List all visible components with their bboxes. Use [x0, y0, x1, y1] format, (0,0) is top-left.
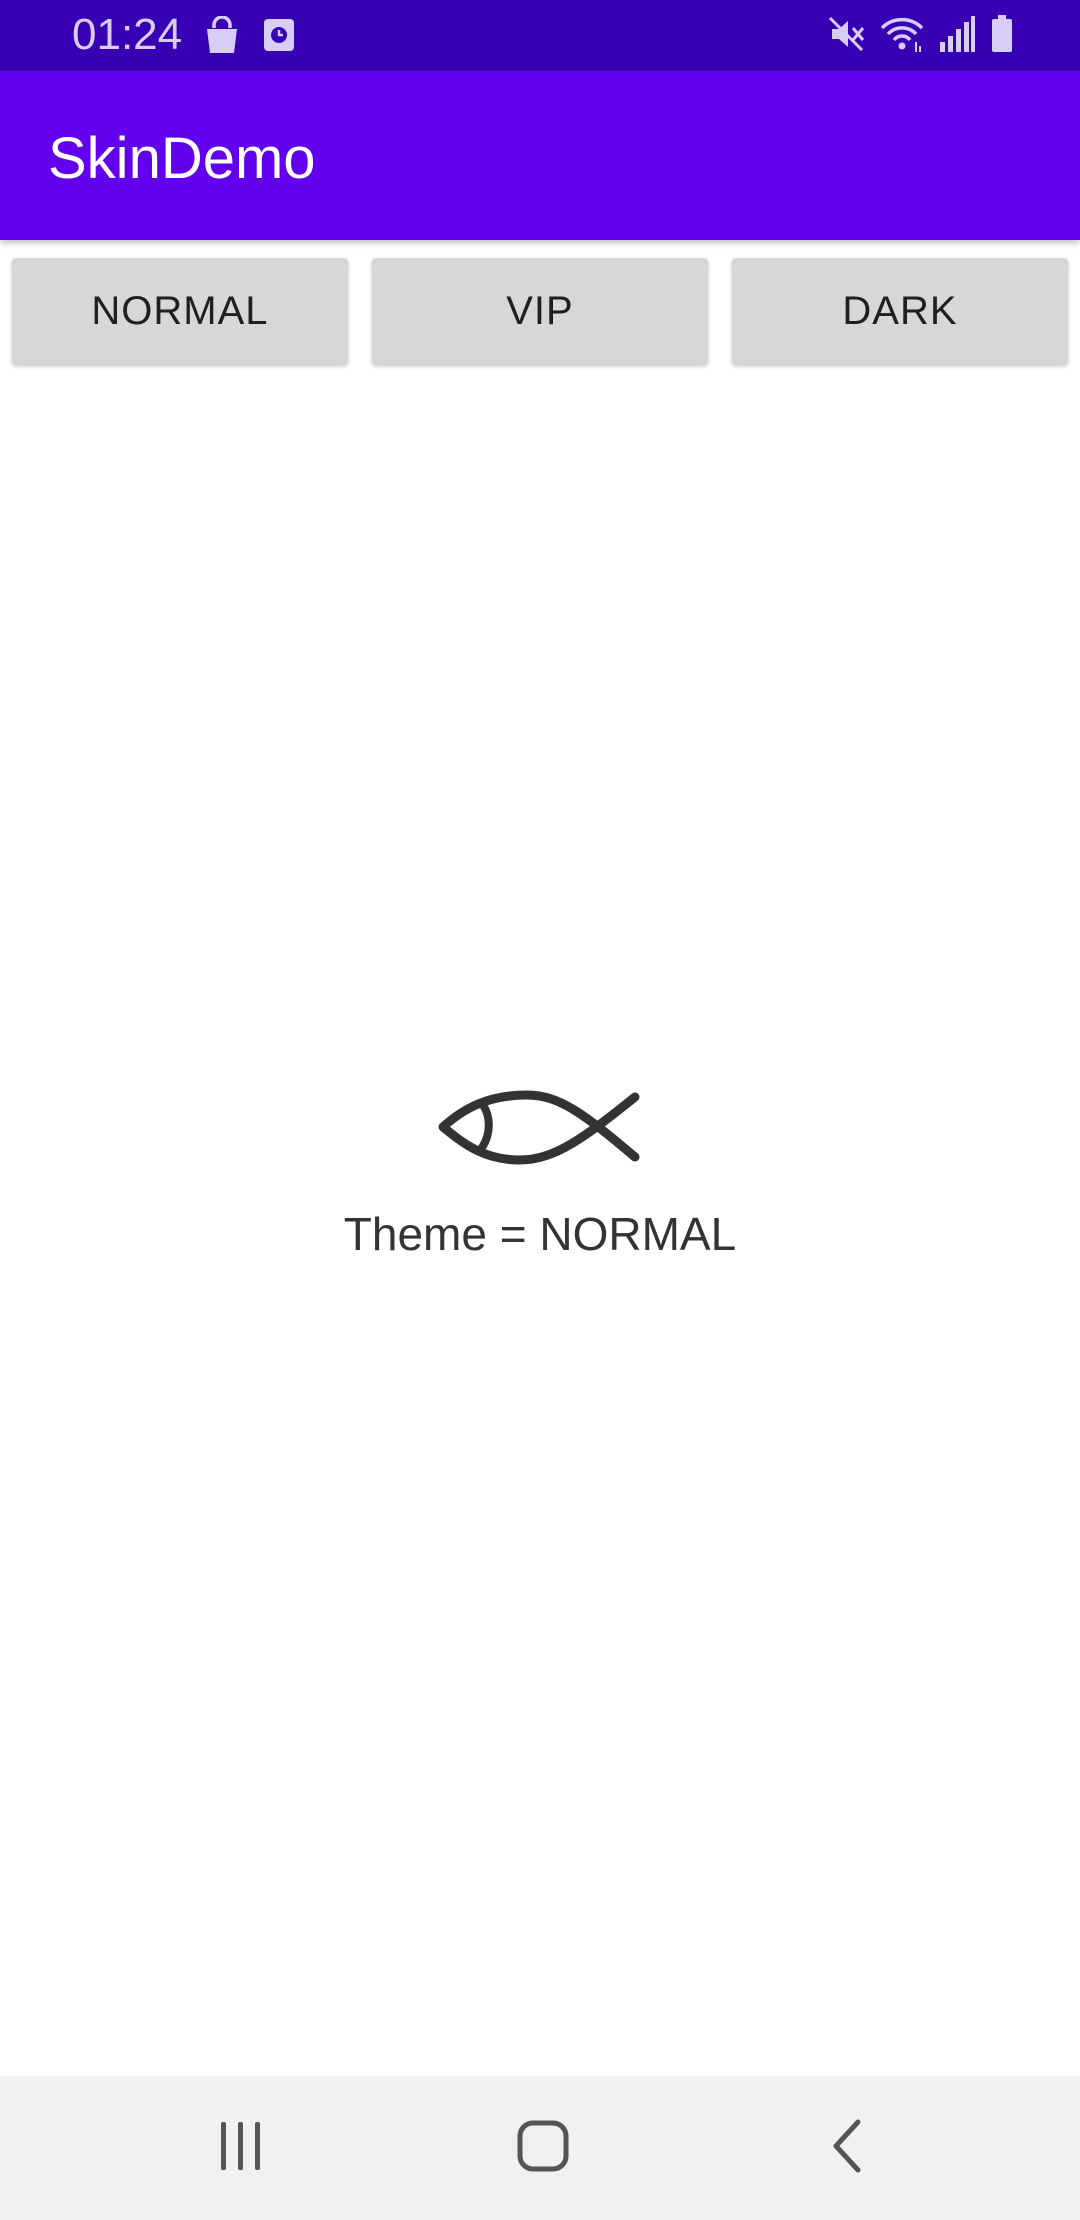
battery-icon	[990, 14, 1014, 54]
wifi-icon	[880, 14, 924, 54]
dark-theme-button[interactable]: DARK	[732, 258, 1068, 364]
screen: 01:24 SkinDemo NORMAL VIP DARK Theme = N…	[0, 0, 1080, 2220]
recent-apps-icon	[218, 2120, 264, 2177]
status-right-icons	[826, 14, 1014, 54]
shopping-bag-icon	[204, 16, 240, 56]
mute-icon	[826, 14, 866, 54]
theme-label: Theme = NORMAL	[343, 1208, 737, 1260]
normal-theme-button[interactable]: NORMAL	[12, 258, 348, 364]
fish-icon	[435, 1075, 645, 1165]
status-time: 01:24	[72, 10, 183, 59]
app-bar: SkinDemo	[0, 71, 1080, 240]
status-bar: 01:24	[0, 0, 1080, 71]
status-left-icons	[204, 16, 296, 56]
home-icon	[517, 2120, 569, 2177]
theme-display: Theme = NORMAL	[0, 1075, 1080, 1260]
theme-button-row: NORMAL VIP DARK	[12, 258, 1068, 364]
home-button[interactable]	[507, 2112, 579, 2184]
recent-apps-button[interactable]	[205, 2112, 277, 2184]
back-icon	[826, 2118, 866, 2179]
app-title: SkinDemo	[48, 126, 316, 191]
clock-app-icon	[262, 16, 296, 56]
signal-icon	[938, 14, 976, 54]
vip-theme-button[interactable]: VIP	[372, 258, 708, 364]
back-button[interactable]	[810, 2112, 882, 2184]
navigation-bar	[0, 2076, 1080, 2220]
